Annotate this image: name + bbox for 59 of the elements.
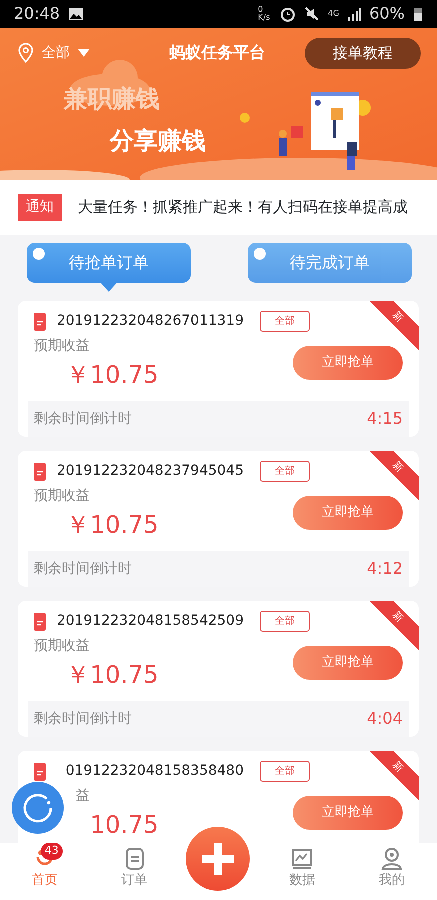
- notification-badge: 43: [40, 843, 63, 860]
- order-number: 01912232048158358480: [64, 762, 244, 781]
- document-icon: [34, 312, 46, 330]
- category-tag: 全部: [260, 461, 310, 482]
- countdown-time: 4:15: [367, 408, 403, 430]
- network-speed: 0 K/s: [258, 6, 272, 22]
- earnings-label: 预期收益: [34, 637, 90, 656]
- earnings-amount: ￥10.75: [65, 510, 159, 541]
- document-icon: [34, 612, 46, 630]
- plus-icon: [200, 841, 236, 877]
- earnings-amount: ￥10.75: [65, 660, 159, 691]
- countdown-time: 4:12: [367, 558, 403, 580]
- slogan: 分享赚钱: [110, 126, 207, 156]
- mute-icon: [304, 6, 320, 22]
- image-icon: [68, 7, 84, 21]
- earnings-label: 预期收益: [34, 337, 90, 356]
- countdown-label: 剩余时间倒计时: [34, 410, 132, 428]
- grab-order-button[interactable]: 立即抢单: [293, 496, 403, 530]
- category-tag: 全部: [260, 311, 310, 332]
- earnings-amount: 10.75: [89, 810, 159, 841]
- countdown-label: 剩余时间倒计时: [34, 560, 132, 578]
- clock-time: 20:48: [14, 3, 60, 25]
- app-title: 蚂蚁任务平台: [168, 42, 266, 64]
- location-pin-icon: [18, 43, 34, 64]
- document-icon: [34, 462, 46, 480]
- earnings-label: 益: [75, 787, 90, 806]
- earnings-amount: ￥10.75: [65, 360, 159, 391]
- notice-text: 大量任务！抓紧推广起来！有人扫码在接单提高成: [78, 197, 408, 218]
- order-number: 201912232048158542509: [56, 612, 244, 631]
- network-type: 4G: [328, 8, 340, 20]
- alarm-icon: [280, 6, 296, 22]
- chart-icon: [291, 847, 314, 871]
- order-number: 201912232048267011319: [56, 312, 244, 331]
- slogan: 兼职赚钱: [64, 84, 161, 114]
- tab[interactable]: 待完成订单: [248, 243, 412, 283]
- category-tag: 全部: [260, 611, 310, 632]
- dropdown-caret-icon: [78, 49, 90, 58]
- user-icon: [381, 847, 404, 871]
- grab-order-button[interactable]: 立即抢单: [293, 346, 403, 380]
- nav-tab[interactable]: 我的: [347, 843, 437, 900]
- signal-icon: [347, 7, 362, 21]
- grab-order-button[interactable]: 立即抢单: [293, 796, 403, 830]
- earnings-label: 预期收益: [34, 487, 90, 506]
- battery-level: 60%: [369, 3, 405, 25]
- tutorial-button[interactable]: 接单教程: [305, 38, 421, 68]
- document-icon: [34, 762, 46, 780]
- refresh-icon: [21, 791, 55, 825]
- notice-badge: 通知: [18, 194, 62, 221]
- order-number: 201912232048237945045: [56, 462, 244, 481]
- nav-tab[interactable]: 订单: [90, 843, 180, 900]
- location-selector[interactable]: 全部: [18, 42, 90, 64]
- grab-order-button[interactable]: 立即抢单: [293, 646, 403, 680]
- clipboard-icon: [124, 847, 146, 871]
- nav-tab[interactable]: 数据: [257, 843, 348, 900]
- nav-tab[interactable]: 首页 43: [0, 843, 90, 900]
- countdown-label: 剩余时间倒计时: [34, 710, 132, 728]
- battery-icon: [413, 6, 423, 22]
- category-tag: 全部: [260, 761, 310, 782]
- countdown-time: 4:04: [367, 708, 403, 730]
